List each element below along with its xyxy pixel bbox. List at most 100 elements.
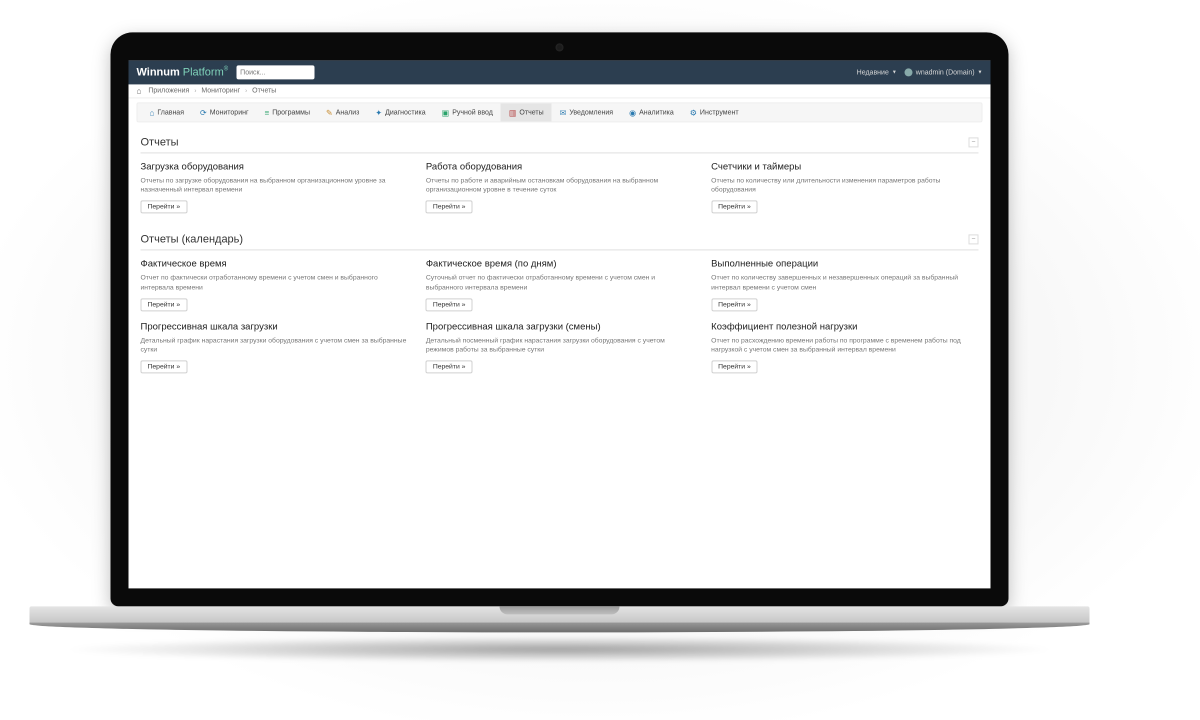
card-description: Детальный график нарастания загрузки обо… bbox=[141, 336, 408, 354]
report-grid: Загрузка оборудования Отчеты по загрузке … bbox=[141, 161, 979, 213]
card-title: Коэффициент полезной нагрузки bbox=[711, 321, 978, 332]
go-button[interactable]: Перейти » bbox=[141, 360, 188, 373]
user-icon bbox=[905, 68, 913, 76]
tab-инструмент[interactable]: ⚙Инструмент bbox=[682, 103, 747, 121]
go-button[interactable]: Перейти » bbox=[711, 360, 758, 373]
tab-ручной ввод[interactable]: ▣Ручной ввод bbox=[434, 103, 501, 121]
tab-программы[interactable]: ≡Программы bbox=[257, 103, 319, 121]
report-card: Счетчики и таймеры Отчеты по количеству и… bbox=[711, 161, 978, 213]
chevron-right-icon: › bbox=[245, 88, 247, 94]
tab-отчеты[interactable]: ▥Отчеты bbox=[501, 103, 552, 121]
report-card: Фактическое время Отчет по фактически отр… bbox=[141, 259, 408, 311]
card-description: Отчет по расхождению времени работы по п… bbox=[711, 336, 978, 354]
logo-reg: ® bbox=[224, 67, 228, 73]
report-card: Прогрессивная шкала загрузки (смены) Дета… bbox=[426, 321, 693, 373]
card-title: Счетчики и таймеры bbox=[711, 161, 978, 172]
tab-label: Главная bbox=[157, 109, 184, 116]
card-title: Фактическое время (по дням) bbox=[426, 259, 693, 270]
tab-диагностика[interactable]: ✦Диагностика bbox=[367, 103, 433, 121]
tab-icon: ▥ bbox=[509, 108, 517, 117]
tab-уведомления[interactable]: ✉Уведомления bbox=[552, 103, 621, 121]
home-icon[interactable]: ⌂ bbox=[137, 86, 142, 95]
tab-icon: ✎ bbox=[326, 108, 333, 117]
collapse-icon[interactable]: – bbox=[969, 235, 979, 245]
breadcrumb: ⌂ Приложения › Мониторинг › Отчеты bbox=[129, 84, 991, 98]
card-title: Работа оборудования bbox=[426, 161, 693, 172]
tab-label: Мониторинг bbox=[210, 109, 249, 116]
laptop-shadow bbox=[60, 636, 1060, 662]
screen-bezel: Winnum Platform® Недавние ▼ wnadmin (Dom… bbox=[111, 32, 1009, 606]
laptop-base bbox=[30, 606, 1090, 622]
breadcrumb-item[interactable]: Приложения bbox=[148, 87, 189, 94]
card-description: Отчеты по загрузке оборудования на выбра… bbox=[141, 176, 408, 194]
recent-menu[interactable]: Недавние ▼ bbox=[857, 69, 897, 76]
tab-icon: ⚙ bbox=[690, 108, 697, 117]
laptop-notch bbox=[500, 606, 620, 614]
tab-icon: ✦ bbox=[375, 108, 382, 117]
tab-icon: ⟳ bbox=[200, 108, 207, 117]
tab-главная[interactable]: ⌂Главная bbox=[142, 103, 193, 121]
card-title: Прогрессивная шкала загрузки bbox=[141, 321, 408, 332]
tab-label: Отчеты bbox=[519, 109, 543, 116]
go-button[interactable]: Перейти » bbox=[711, 298, 758, 311]
section-title: Отчеты (календарь) bbox=[141, 234, 244, 246]
breadcrumb-item[interactable]: Отчеты bbox=[252, 87, 276, 94]
card-title: Прогрессивная шкала загрузки (смены) bbox=[426, 321, 693, 332]
tab-icon: ▣ bbox=[442, 108, 450, 117]
tab-label: Диагностика bbox=[385, 109, 426, 116]
card-description: Отчет по количеству завершенных и незаве… bbox=[711, 274, 978, 292]
card-title: Выполненные операции bbox=[711, 259, 978, 270]
camera-icon bbox=[556, 43, 564, 51]
app-logo: Winnum Platform® bbox=[137, 66, 229, 78]
collapse-icon[interactable]: – bbox=[969, 137, 979, 147]
report-card: Выполненные операции Отчет по количеству … bbox=[711, 259, 978, 311]
card-description: Отчеты по количеству или длительности из… bbox=[711, 176, 978, 194]
report-card: Прогрессивная шкала загрузки Детальный гр… bbox=[141, 321, 408, 373]
recent-label: Недавние bbox=[857, 69, 889, 76]
report-grid: Фактическое время Отчет по фактически отр… bbox=[141, 259, 979, 374]
card-description: Суточный отчет по фактически отработанно… bbox=[426, 274, 693, 292]
app-viewport: Winnum Platform® Недавние ▼ wnadmin (Dom… bbox=[129, 60, 991, 588]
logo-accent: Platform bbox=[183, 66, 224, 78]
tab-icon: ≡ bbox=[265, 108, 270, 117]
breadcrumb-item[interactable]: Мониторинг bbox=[201, 87, 240, 94]
laptop-frame: Winnum Platform® Недавние ▼ wnadmin (Dom… bbox=[111, 32, 1090, 662]
card-title: Загрузка оборудования bbox=[141, 161, 408, 172]
tab-label: Ручной ввод bbox=[452, 109, 493, 116]
go-button[interactable]: Перейти » bbox=[141, 298, 188, 311]
laptop-base-edge bbox=[30, 622, 1090, 632]
tab-icon: ✉ bbox=[560, 108, 567, 117]
chevron-right-icon: › bbox=[194, 88, 196, 94]
go-button[interactable]: Перейти » bbox=[426, 298, 473, 311]
report-card: Загрузка оборудования Отчеты по загрузке … bbox=[141, 161, 408, 213]
chevron-down-icon: ▼ bbox=[978, 69, 983, 75]
tab-icon: ⌂ bbox=[150, 108, 155, 117]
go-button[interactable]: Перейти » bbox=[141, 201, 188, 214]
tab-label: Инструмент bbox=[700, 109, 739, 116]
tabbar: ⌂Главная⟳Мониторинг≡Программы✎Анализ✦Диа… bbox=[137, 102, 983, 122]
section-header: Отчеты – bbox=[141, 130, 979, 153]
tab-аналитика[interactable]: ◉Аналитика bbox=[621, 103, 682, 121]
logo-name: Winnum bbox=[137, 66, 180, 78]
card-description: Отчеты по работе и аварийным остановкам … bbox=[426, 176, 693, 194]
search-input[interactable] bbox=[236, 65, 314, 79]
section-title: Отчеты bbox=[141, 136, 179, 148]
user-menu[interactable]: wnadmin (Domain) ▼ bbox=[905, 68, 983, 76]
tab-label: Программы bbox=[272, 109, 310, 116]
tab-анализ[interactable]: ✎Анализ bbox=[318, 103, 367, 121]
chevron-down-icon: ▼ bbox=[892, 69, 897, 75]
card-description: Отчет по фактически отработанному времен… bbox=[141, 274, 408, 292]
go-button[interactable]: Перейти » bbox=[426, 360, 473, 373]
tab-мониторинг[interactable]: ⟳Мониторинг bbox=[192, 103, 257, 121]
card-description: Детальный посменный график нарастания за… bbox=[426, 336, 693, 354]
tab-label: Анализ bbox=[336, 109, 360, 116]
go-button[interactable]: Перейти » bbox=[426, 201, 473, 214]
report-card: Коэффициент полезной нагрузки Отчет по ра… bbox=[711, 321, 978, 373]
report-card: Фактическое время (по дням) Суточный отче… bbox=[426, 259, 693, 311]
tab-label: Аналитика bbox=[639, 109, 674, 116]
topbar: Winnum Platform® Недавние ▼ wnadmin (Dom… bbox=[129, 60, 991, 84]
user-label: wnadmin (Domain) bbox=[916, 69, 975, 76]
go-button[interactable]: Перейти » bbox=[711, 201, 758, 214]
tab-label: Уведомления bbox=[569, 109, 613, 116]
card-title: Фактическое время bbox=[141, 259, 408, 270]
